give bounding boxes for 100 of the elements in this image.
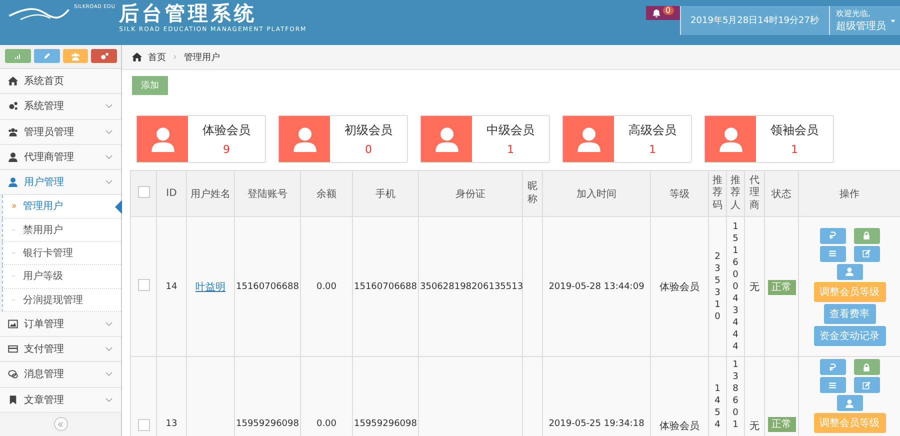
column-header: 加入时间 [576,188,616,200]
ruble-button[interactable] [820,359,846,375]
sidebar-item[interactable]: 订单管理 [0,312,121,338]
sidebar-item[interactable]: 文章管理 [0,388,121,413]
dash-icon [11,273,17,280]
lock-icon [862,362,871,372]
status-label: 正常 [768,280,796,294]
member-label: 高级会员 [628,122,676,139]
status-label: 正常 [768,417,796,432]
sidebar-item[interactable]: 消息管理 [0,362,121,388]
welcome-text: 欢迎光临, [836,8,872,19]
list-button[interactable] [820,246,846,262]
breadcrumb-link[interactable]: 首页 [148,50,166,64]
table-cell: 235310 [714,250,720,322]
sidebar-subitem[interactable]: 管理用户 [2,195,121,219]
table-cell: 0.00 [316,282,337,292]
chevron-down-icon [105,370,113,378]
user-icon [576,126,602,152]
ruble-icon [828,362,837,372]
collapse-sidebar-button[interactable] [54,417,68,432]
member-count: 9 [223,143,230,156]
date-time: 2019年5月28日14时19分27秒 [680,6,829,35]
notification-button[interactable]: 0 [646,6,680,20]
home-icon [8,76,18,86]
user-icon [718,126,744,152]
sidebar-item[interactable]: 管理员管理 [0,120,121,145]
user-button[interactable] [836,395,862,411]
chart-shortcut-button[interactable] [5,49,31,63]
edit-shortcut-button[interactable] [34,49,60,63]
chevron-down-icon [105,152,113,161]
chevron-down-icon [105,102,113,110]
chevron-down-icon [105,345,113,354]
edit-button[interactable] [854,246,880,262]
list-icon [828,249,837,258]
user-icon [8,177,18,188]
member-label: 领袖会员 [770,122,818,139]
credit-card-icon [8,344,18,354]
double-chevron-right-icon [11,203,17,210]
table-cell: 体验会员 [660,282,700,292]
row-checkbox[interactable] [138,419,150,431]
member-count: 0 [365,143,372,156]
table-cell: 2019-05-28 13:44:09 [548,282,644,292]
column-header: 操作 [840,188,860,200]
lock-icon [862,231,871,240]
sidebar-subitem[interactable]: 银行卡管理 [2,242,121,266]
user-button[interactable] [836,264,862,280]
group-shortcut-button[interactable] [62,49,88,63]
edit-button[interactable] [854,377,880,393]
caret-down-icon [890,18,896,24]
sidebar-item[interactable]: 系统首页 [0,69,121,94]
column-header: 用户姓名 [190,188,230,200]
member-label: 中级会员 [486,122,534,139]
member-label: 初级会员 [344,122,392,139]
user-name-link[interactable]: 叶益明 [196,282,226,292]
column-header: 昵称 [528,181,538,206]
column-header: 身份证 [456,188,486,200]
column-header: 余额 [316,188,336,200]
table-cell: 15160706688 [236,282,299,292]
ruble-button[interactable] [820,228,846,244]
member-count: 1 [791,143,798,156]
select-all-checkbox[interactable] [138,186,150,198]
chevron-down-icon [105,178,113,186]
column-header: 等级 [670,188,690,200]
user-icon [150,126,176,152]
sidebar-subitem[interactable]: 分润提现管理 [2,288,121,312]
sidebar-item[interactable]: 支付管理 [0,337,121,362]
lock-button[interactable] [854,359,880,375]
group-icon [70,52,80,60]
sidebar-subitem[interactable]: 禁用用户 [2,218,121,242]
row-checkbox[interactable] [138,279,150,291]
sidebar-item[interactable]: 系统管理 [0,94,121,120]
chat-icon [8,369,18,380]
table-cell: 0.00 [316,419,337,429]
list-button[interactable] [820,377,846,393]
double-chevron-left-icon [57,420,64,428]
column-header: 代理商 [750,174,760,212]
member-label: 体验会员 [202,122,250,139]
table-cell: 13 [166,419,178,429]
dash-icon [11,250,17,256]
user-icon [292,126,318,152]
list-icon [828,380,837,390]
table-cell: 15959296098 [354,419,417,429]
sidebar-item[interactable]: 用户管理 [0,170,121,196]
lock-button[interactable] [854,228,880,244]
chevron-down-icon [105,128,113,136]
chevron-down-icon [105,320,113,328]
table-cell: 138601 [732,359,738,431]
sidebar-item[interactable]: 代理商管理 [0,144,121,170]
user-name: 超级管理员 [836,20,886,33]
ruble-icon [828,231,837,240]
member-count: 1 [649,143,656,156]
breadcrumb-link[interactable]: 管理用户 [184,50,220,64]
member-count: 1 [507,143,514,156]
column-header: 推荐人 [730,174,740,212]
sidebar-subitem[interactable]: 用户等级 [2,265,121,288]
table-cell: 无 [750,421,760,432]
table-cell: 15160043444 [732,220,738,352]
settings-shortcut-button[interactable] [91,49,117,63]
group-icon [8,126,18,137]
table-cell: 1454 [714,383,720,431]
